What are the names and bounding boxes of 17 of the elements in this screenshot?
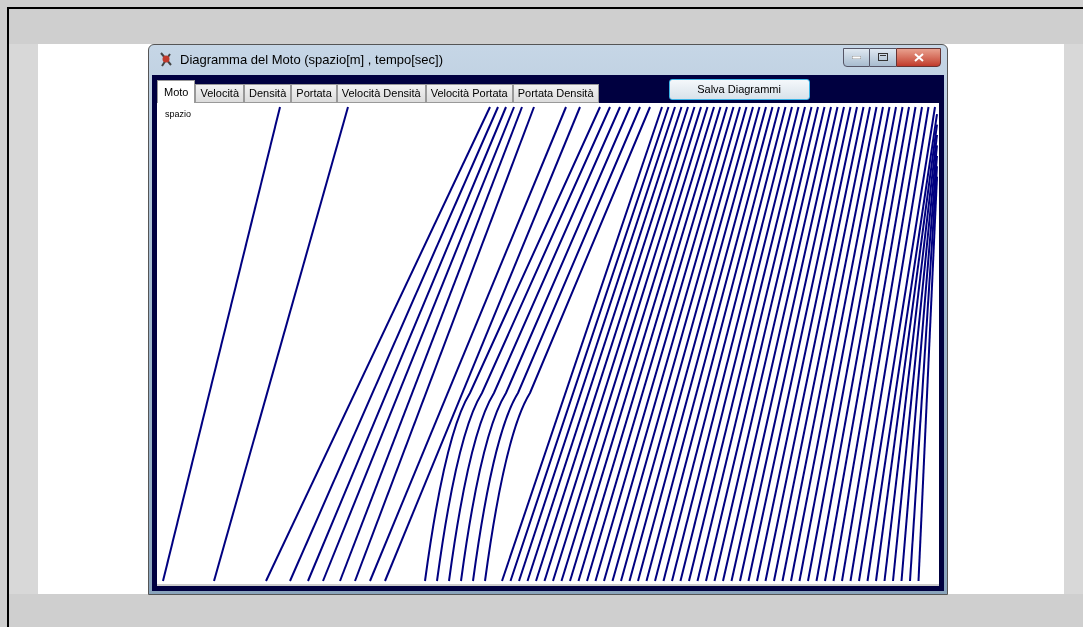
close-button[interactable] xyxy=(896,47,941,67)
minimize-icon xyxy=(852,55,861,59)
tab[interactable]: Densità xyxy=(244,84,292,103)
tab[interactable]: Velocità Portata xyxy=(425,84,513,103)
tab[interactable]: Portata Densità xyxy=(512,84,599,103)
app-icon xyxy=(158,51,174,69)
axis-label: spazio xyxy=(165,108,191,121)
save-button[interactable]: Salva Diagrammi xyxy=(668,79,810,100)
maximize-icon xyxy=(878,53,888,61)
maximize-button[interactable] xyxy=(870,47,896,67)
tab[interactable]: Velocità xyxy=(195,84,244,103)
tab[interactable]: Moto xyxy=(157,80,196,103)
minimize-button[interactable] xyxy=(843,47,870,67)
tab[interactable]: Velocità Densità xyxy=(336,84,426,103)
close-icon xyxy=(913,52,924,62)
window-title: Diagramma del Moto (spazio[m] , tempo[sec]) xyxy=(180,51,443,70)
tab[interactable]: Portata xyxy=(291,84,337,103)
